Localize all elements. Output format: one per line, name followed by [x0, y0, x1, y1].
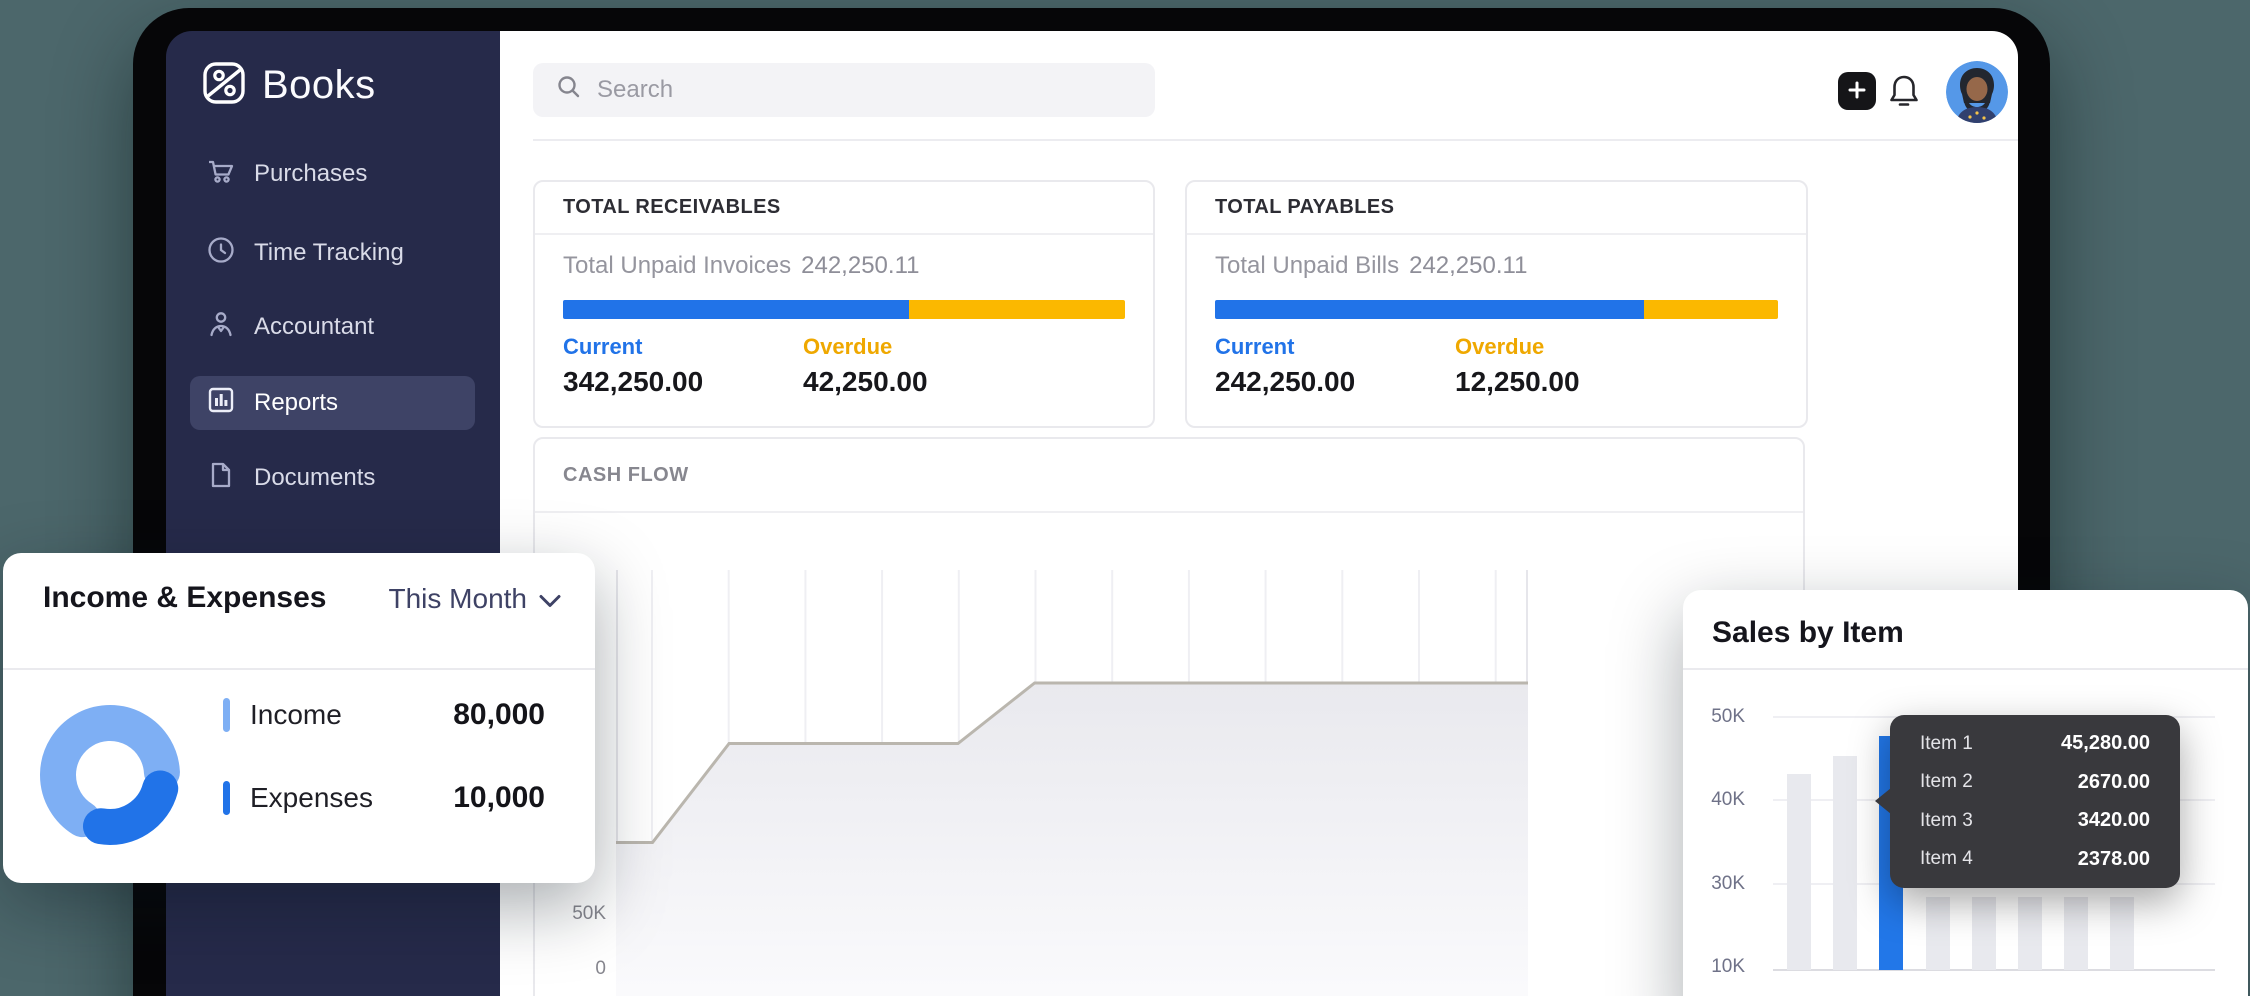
income-label: Income [250, 699, 342, 731]
income-value: 80,000 [453, 698, 545, 732]
sidebar-item-accountant[interactable]: Accountant [190, 300, 475, 354]
cash-flow-chart[interactable] [616, 570, 1528, 996]
app-name: Books [262, 63, 376, 108]
sales-bar[interactable] [2018, 897, 2042, 970]
sidebar-item-label: Time Tracking [254, 239, 404, 267]
period-label: This Month [389, 583, 528, 615]
legend-income-row: Income 80,000 [223, 695, 545, 735]
sales-bar[interactable] [2110, 897, 2134, 970]
sidebar-item-reports[interactable]: Reports [190, 376, 475, 430]
sales-by-item-card: Sales by Item 50K 40K 30K 10K Item 1 45,… [1683, 590, 2248, 996]
expenses-value: 10,000 [453, 781, 545, 815]
sales-bar[interactable] [1972, 897, 1996, 970]
overdue-label: Overdue [803, 334, 892, 360]
income-expenses-card: Income & Expenses This Month Income 80,0… [3, 553, 595, 883]
sidebar-item-purchases[interactable]: Purchases [190, 147, 475, 201]
card-title: TOTAL RECEIVABLES [535, 182, 1153, 235]
sales-bar[interactable] [1787, 774, 1811, 970]
clock-icon [205, 234, 237, 273]
period-dropdown[interactable]: This Month [389, 583, 562, 615]
y-axis-label-50k: 50K [535, 902, 606, 926]
card-divider [3, 668, 595, 670]
expenses-label: Expenses [250, 782, 373, 814]
total-unpaid-invoices: Total Unpaid Invoices242,250.11 [563, 252, 919, 280]
reports-icon [205, 384, 237, 423]
total-receivables-card: TOTAL RECEIVABLES Total Unpaid Invoices2… [533, 180, 1155, 428]
legend-expenses-row: Expenses 10,000 [223, 778, 545, 818]
tooltip-row: Item 2 2670.00 [1920, 771, 2150, 794]
document-icon [205, 459, 237, 498]
books-logo-icon [200, 59, 248, 112]
total-unpaid-bills: Total Unpaid Bills242,250.11 [1215, 252, 1527, 280]
tooltip-row: Item 4 2378.00 [1920, 848, 2150, 871]
payables-progress-bar [1215, 300, 1778, 319]
sales-bar[interactable] [1833, 756, 1857, 970]
card-title: CASH FLOW [535, 439, 1803, 513]
overdue-portion [1644, 300, 1778, 319]
sidebar-item-time-tracking[interactable]: Time Tracking [190, 226, 475, 280]
plus-icon [1846, 79, 1868, 104]
add-button[interactable] [1838, 72, 1876, 110]
current-portion [1215, 300, 1644, 319]
tooltip-row: Item 3 3420.00 [1920, 809, 2150, 832]
chevron-down-icon [539, 583, 561, 615]
sidebar-item-label: Documents [254, 464, 375, 492]
current-value: 242,250.00 [1215, 366, 1355, 398]
sidebar-item-label: Reports [254, 389, 338, 417]
topbar-divider [533, 139, 2018, 141]
overdue-value: 12,250.00 [1455, 366, 1580, 398]
search-placeholder: Search [597, 76, 673, 104]
card-title: TOTAL PAYABLES [1187, 182, 1806, 235]
page-background: Books Purchases [0, 0, 2250, 996]
current-portion [563, 300, 909, 319]
overdue-label: Overdue [1455, 334, 1544, 360]
total-payables-card: TOTAL PAYABLES Total Unpaid Bills242,250… [1185, 180, 1808, 428]
current-label: Current [1215, 334, 1294, 360]
overdue-value: 42,250.00 [803, 366, 928, 398]
y-axis-label-0: 0 [535, 957, 606, 981]
income-expenses-donut-chart[interactable] [25, 690, 195, 865]
cart-icon [205, 155, 237, 194]
card-title: Income & Expenses [43, 581, 326, 615]
search-input[interactable]: Search [533, 63, 1155, 117]
app-logo: Books [200, 59, 376, 112]
tooltip-row: Item 1 45,280.00 [1920, 732, 2150, 755]
receivables-progress-bar [563, 300, 1125, 319]
sales-bar[interactable] [1926, 897, 1950, 970]
income-marker [223, 698, 230, 732]
sales-bar[interactable] [2064, 897, 2088, 970]
current-value: 342,250.00 [563, 366, 703, 398]
sidebar-item-documents[interactable]: Documents [190, 451, 475, 505]
expenses-marker [223, 781, 230, 815]
sidebar-item-label: Accountant [254, 313, 374, 341]
accountant-icon [205, 308, 237, 347]
overdue-portion [909, 300, 1125, 319]
current-label: Current [563, 334, 642, 360]
chart-tooltip: Item 1 45,280.00 Item 2 2670.00 Item 3 3… [1890, 715, 2180, 888]
avatar[interactable] [1946, 61, 2008, 123]
cash-flow-card: CASH FLOW 50K 0 [533, 437, 1805, 996]
search-icon [555, 73, 583, 108]
notifications-bell-icon[interactable] [1885, 71, 1923, 116]
sidebar-item-label: Purchases [254, 160, 367, 188]
